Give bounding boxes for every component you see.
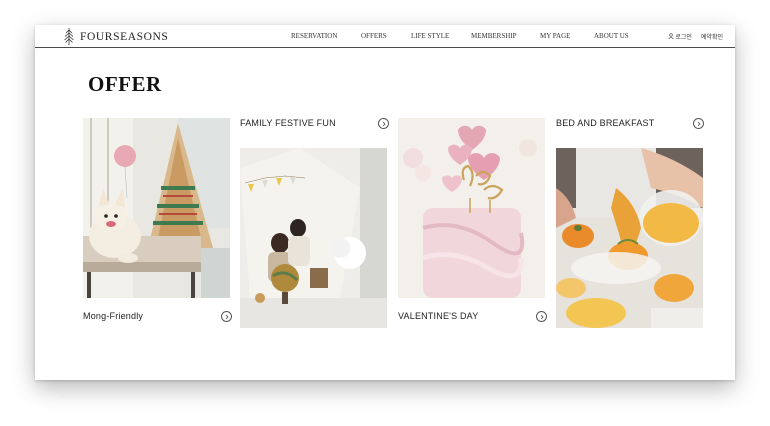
brand-logo[interactable]: FOURSEASONS bbox=[63, 28, 168, 45]
nav-reservation[interactable]: RESERVATION bbox=[291, 32, 361, 40]
chevron-right-circle-icon[interactable] bbox=[378, 118, 389, 129]
nav-offers[interactable]: OFFERS bbox=[361, 32, 411, 40]
user-icon bbox=[668, 33, 674, 39]
main-nav: RESERVATION OFFERS LIFE STYLE MEMBERSHIP… bbox=[291, 25, 639, 47]
nav-membership[interactable]: MEMBERSHIP bbox=[471, 32, 540, 40]
login-link[interactable]: 로그인 bbox=[668, 32, 692, 41]
page-title: OFFER bbox=[88, 72, 162, 96]
offer-image-valentines-day[interactable] bbox=[398, 118, 545, 298]
site-header: FOURSEASONS RESERVATION OFFERS LIFE STYL… bbox=[35, 25, 735, 48]
offer-label-bed-and-breakfast[interactable]: BED AND BREAKFAST bbox=[556, 118, 654, 128]
reservation-check-link[interactable]: 예약확인 bbox=[701, 32, 723, 41]
chevron-right-circle-icon[interactable] bbox=[693, 118, 704, 129]
offer-image-bed-and-breakfast[interactable] bbox=[556, 148, 703, 328]
chevron-right-circle-icon[interactable] bbox=[536, 311, 547, 322]
nav-lifestyle[interactable]: LIFE STYLE bbox=[411, 32, 471, 40]
tree-logo-icon bbox=[64, 28, 74, 45]
offer-label-mong-friendly[interactable]: Mong-Friendly bbox=[83, 311, 143, 321]
offer-image-family-festive-fun[interactable] bbox=[240, 148, 387, 328]
nav-mypage[interactable]: MY PAGE bbox=[540, 32, 594, 40]
offer-label-family-festive-fun[interactable]: FAMILY FESTIVE FUN bbox=[240, 118, 336, 128]
header-utils: 로그인 예약확인 bbox=[668, 25, 723, 47]
nav-aboutus[interactable]: ABOUT US bbox=[594, 32, 639, 40]
browser-frame: FOURSEASONS RESERVATION OFFERS LIFE STYL… bbox=[35, 25, 735, 380]
offer-label-valentines-day[interactable]: VALENTINE'S DAY bbox=[398, 311, 478, 321]
login-label: 로그인 bbox=[675, 34, 692, 41]
brand-name: FOURSEASONS bbox=[80, 30, 169, 43]
offer-image-mong-friendly[interactable] bbox=[83, 118, 230, 298]
chevron-right-circle-icon[interactable] bbox=[221, 311, 232, 322]
